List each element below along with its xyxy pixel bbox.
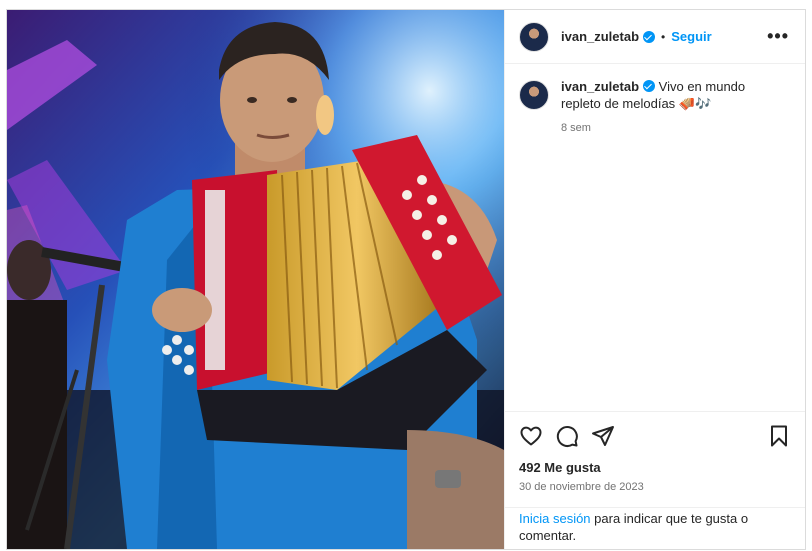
accordion-player-image: [7, 10, 504, 549]
post-photo[interactable]: [7, 10, 504, 549]
comment-icon[interactable]: [555, 424, 579, 448]
follow-button[interactable]: Seguir: [671, 29, 711, 44]
post-side-panel: ivan_zuletab • Seguir ••• ivan_zuletab V…: [504, 10, 805, 549]
separator-dot: •: [661, 29, 666, 44]
caption-username[interactable]: ivan_zuletab: [561, 79, 639, 94]
share-icon[interactable]: [591, 424, 615, 448]
post-actions-area: 492 Me gusta 30 de noviembre de 2023: [505, 411, 805, 503]
post-modal: ivan_zuletab • Seguir ••• ivan_zuletab V…: [6, 9, 806, 550]
caption-timestamp[interactable]: 8 sem: [561, 120, 761, 137]
caption-body: ivan_zuletab Vivo en mundo repleto de me…: [561, 78, 761, 137]
author-username[interactable]: ivan_zuletab: [561, 29, 639, 44]
like-count[interactable]: 492 Me gusta: [505, 456, 805, 475]
caption-author-avatar[interactable]: [519, 80, 549, 110]
heart-icon[interactable]: [519, 424, 543, 448]
author-avatar[interactable]: [519, 21, 549, 52]
verified-badge-icon: [643, 30, 656, 43]
caption: ivan_zuletab Vivo en mundo repleto de me…: [505, 64, 805, 151]
post-header: ivan_zuletab • Seguir •••: [505, 10, 805, 64]
more-options-icon[interactable]: •••: [765, 26, 791, 47]
action-bar: [505, 412, 805, 456]
caption-verified-badge-icon: [643, 80, 656, 92]
post-date[interactable]: 30 de noviembre de 2023: [505, 475, 805, 503]
bookmark-icon[interactable]: [767, 424, 791, 448]
login-prompt: Inicia sesión para indicar que te gusta …: [505, 507, 805, 546]
login-link[interactable]: Inicia sesión: [519, 511, 591, 526]
